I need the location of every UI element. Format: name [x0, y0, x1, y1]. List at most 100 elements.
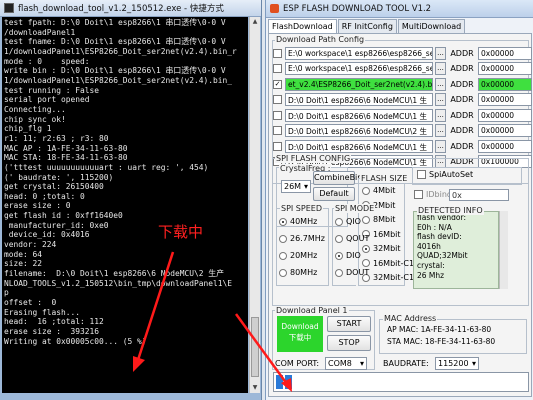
spi-mode-option[interactable]: DIO — [335, 251, 361, 260]
browse-button[interactable]: ... — [435, 93, 446, 106]
chevron-down-icon: ▾ — [303, 182, 308, 191]
stop-button[interactable]: STOP — [327, 335, 371, 351]
flash-size-label: 4Mbit — [373, 186, 396, 195]
com-port-select[interactable]: COM8 ▾ — [325, 357, 367, 370]
scroll-up-icon[interactable]: ▲ — [250, 17, 260, 27]
path-input[interactable]: D:\0 Doit\1 esp8266\6 NodeMCU\2 生 — [285, 124, 433, 137]
tool-title-bar[interactable]: ESP FLASH DOWNLOAD TOOL V1.2 — [266, 0, 533, 18]
radio-icon — [362, 215, 370, 224]
browse-button[interactable]: ... — [435, 139, 446, 153]
console-line: Connecting... — [4, 104, 66, 114]
path-input[interactable]: et_v2.4\ESP8266_Doit_ser2net(v2.4).bin — [285, 77, 433, 91]
spi-speed-option[interactable]: 40MHz — [279, 217, 317, 226]
addr-input[interactable]: 0x00000 — [478, 139, 532, 153]
addr-input[interactable]: 0x00000 — [478, 108, 532, 122]
spi-speed-option[interactable]: 26.7MHz — [279, 234, 325, 243]
console-line: filename: D:\0 Doit\1 esp8266\6 NodeMCU\… — [4, 269, 225, 279]
tab-rf-initconfig[interactable]: RF InitConfig — [337, 19, 397, 33]
console-line: /downloadPanel1 — [4, 27, 76, 37]
console-line: mode : 0 speed: — [4, 56, 90, 66]
console-line: vendor: 224 — [4, 240, 57, 250]
download-progress-bar — [273, 372, 529, 392]
spi-mode-label: SPI MODE — [334, 204, 376, 213]
addr-label: ADDR — [450, 79, 474, 89]
flash-size-option[interactable]: 8Mbit — [362, 215, 395, 224]
path-checkbox[interactable] — [273, 110, 282, 120]
browse-button[interactable]: ... — [435, 77, 446, 91]
tab-flash-download[interactable]: FlashDownload — [268, 19, 337, 34]
spi-mode-label: QOUT — [346, 234, 370, 243]
console-line: chip sync ok! — [4, 114, 66, 124]
path-checkbox[interactable] — [273, 141, 282, 151]
crystal-value: 26M — [284, 182, 302, 191]
path-row: ✓ et_v2.4\ESP8266_Doit_ser2net(v2.4).bin.… — [273, 77, 532, 91]
spi-mode-option[interactable]: DOUT — [335, 268, 369, 277]
checkbox-icon — [417, 170, 426, 179]
path-checkbox[interactable]: ✓ — [273, 79, 282, 89]
sta-mac-text: STA MAC: 18-FE-34-11-63-80 — [387, 337, 496, 346]
path-checkbox[interactable] — [273, 95, 282, 104]
path-input[interactable]: D:\0 Doit\1 esp8266\6 NodeMCU\1 生 — [285, 108, 433, 122]
spi-config-label: SPI FLASH CONFIG — [275, 154, 352, 163]
addr-input[interactable]: 0x00000 — [478, 62, 532, 75]
path-checkbox[interactable] — [273, 126, 282, 135]
idbind-checkbox[interactable]: IDbind — [414, 190, 452, 199]
default-button[interactable]: Default — [313, 187, 355, 201]
radio-icon — [335, 251, 343, 260]
spi-speed-label: 26.7MHz — [290, 234, 325, 243]
scroll-down-icon[interactable]: ▼ — [250, 383, 260, 393]
path-input[interactable]: D:\0 Doit\1 esp8266\6 NodeMCU\1 生 — [285, 139, 433, 153]
flash-size-option[interactable]: 16Mbit-C1 — [362, 259, 414, 268]
console-output: test fpath: D:\0 Doit\1 esp8266\1 串口透传\0… — [2, 17, 248, 393]
browse-button[interactable]: ... — [435, 124, 446, 137]
radio-icon — [279, 217, 287, 226]
console-line: 1/downloadPanel1\ESP8266_Doit_ser2net(v2… — [4, 46, 237, 56]
spi-speed-label: 40MHz — [290, 217, 318, 226]
console-title-bar[interactable]: flash_download_tool_v1.2_150512.exe - 快捷… — [0, 0, 261, 17]
addr-input[interactable]: 0x00000 — [478, 46, 532, 60]
path-checkbox[interactable] — [273, 64, 282, 73]
spi-speed-option[interactable]: 80MHz — [279, 268, 317, 277]
combine-bin-button[interactable]: CombineBin — [313, 171, 362, 185]
path-input[interactable]: E:\0 workspace\1 esp8266\esp8266_se — [285, 62, 433, 75]
info-scrollbar[interactable] — [499, 211, 508, 289]
addr-input[interactable]: 0x00000 — [478, 124, 532, 137]
browse-button[interactable]: ... — [435, 46, 446, 60]
chevron-down-icon: ▾ — [359, 359, 364, 368]
com-port-label: COM PORT: — [275, 359, 320, 368]
spi-mode-option[interactable]: QIO — [335, 217, 361, 226]
download-status-indicator: Download 下载中 — [277, 316, 323, 352]
flash-tool-window: ESP FLASH DOWNLOAD TOOL V1.2 FlashDownlo… — [265, 0, 533, 400]
addr-input[interactable]: 0x00000 — [478, 77, 532, 91]
console-line: get crystal: 26150400 — [4, 182, 104, 192]
spi-speed-option[interactable]: 20MHz — [279, 251, 317, 260]
flash-size-option[interactable]: 32Mbit-C1 — [362, 273, 414, 282]
path-input[interactable]: D:\0 Doit\1 esp8266\6 NodeMCU\1 生 — [285, 93, 433, 106]
radio-icon — [362, 186, 370, 195]
console-window: flash_download_tool_v1.2_150512.exe - 快捷… — [0, 0, 262, 400]
path-checkbox[interactable] — [273, 48, 282, 58]
spi-mode-option[interactable]: QOUT — [335, 234, 369, 243]
flash-size-label: 32Mbit-C1 — [373, 273, 415, 282]
spi-autoset-checkbox[interactable]: SpiAutoSet — [417, 170, 473, 179]
console-scrollbar[interactable]: ▲ ▼ — [249, 17, 260, 393]
idbind-input[interactable]: 0x — [449, 189, 509, 201]
path-input[interactable]: E:\0 workspace\1 esp8266\esp8266_se — [285, 46, 433, 60]
start-button[interactable]: START — [327, 316, 371, 332]
baudrate-select[interactable]: 115200 ▾ — [435, 357, 479, 370]
browse-button[interactable]: ... — [435, 62, 446, 75]
crystal-select[interactable]: 26M ▾ — [281, 180, 311, 193]
detected-info-label: DETECTED INFO — [417, 206, 484, 215]
browse-button[interactable]: ... — [435, 108, 446, 122]
flash-size-label: FLASH SIZE — [360, 174, 409, 183]
flash-size-label: 32Mbit — [373, 244, 401, 253]
tab-multi-download[interactable]: MultiDownload — [397, 19, 466, 33]
scroll-thumb[interactable] — [251, 317, 259, 377]
path-row: D:\0 Doit\1 esp8266\6 NodeMCU\1 生... ADDR… — [273, 93, 532, 107]
console-line: serial port opened — [4, 95, 90, 105]
flash-size-option[interactable]: 32Mbit — [362, 244, 401, 253]
flash-size-option[interactable]: 4Mbit — [362, 186, 395, 195]
console-line: offset : 0 — [4, 298, 57, 308]
addr-input[interactable]: 0x00000 — [478, 93, 532, 106]
spi-speed-label: 80MHz — [290, 268, 318, 277]
